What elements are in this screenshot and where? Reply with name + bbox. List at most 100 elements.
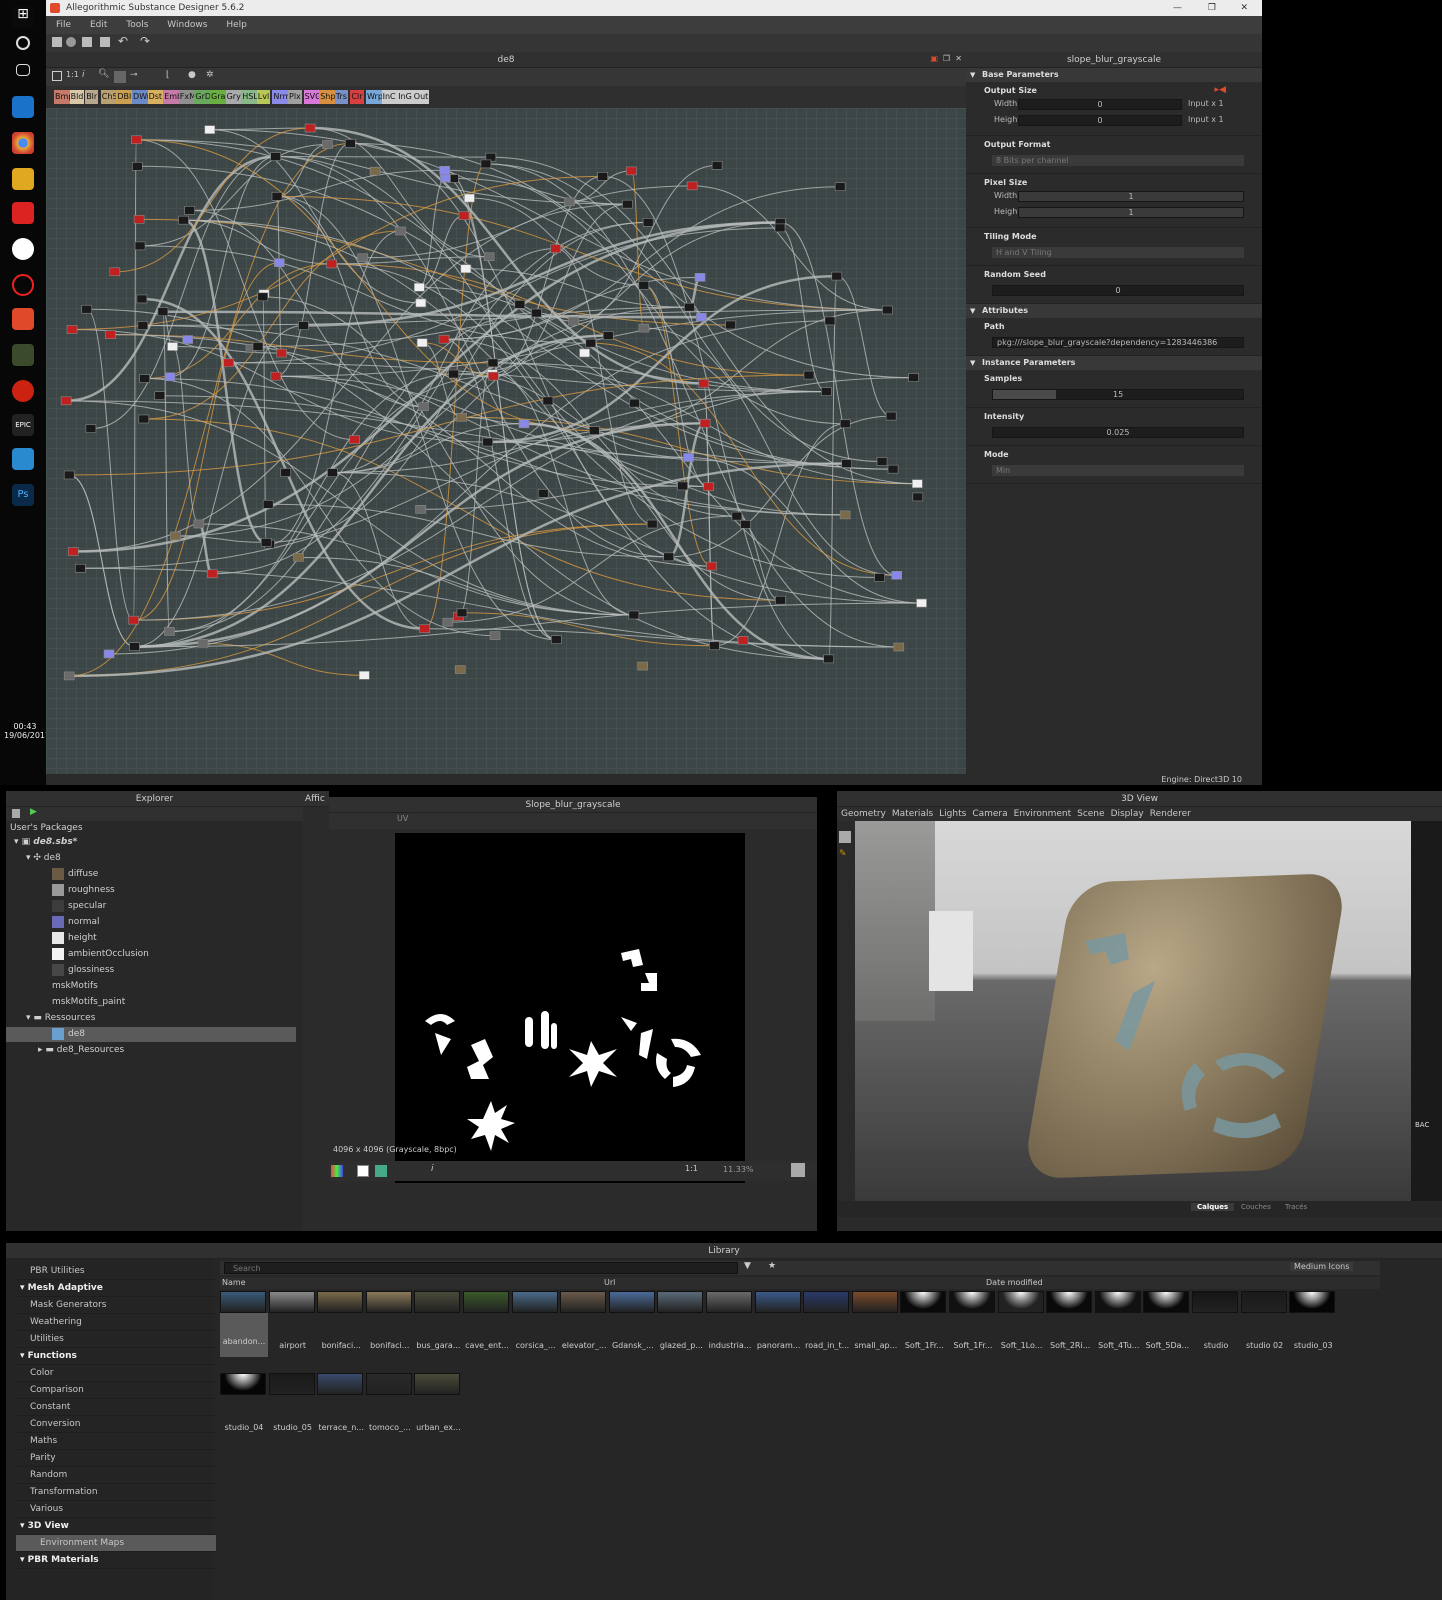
folder-icon[interactable] (12, 168, 34, 190)
library-thumbnail[interactable] (997, 1291, 1044, 1313)
graph-node[interactable] (824, 316, 836, 326)
graph-node[interactable] (706, 561, 717, 571)
side-tab[interactable]: Affic (303, 791, 329, 1231)
graph-node[interactable] (709, 641, 720, 651)
resource-item-selected[interactable]: de8 (6, 1027, 296, 1042)
samples-slider[interactable]: 15 (992, 389, 1244, 400)
graph-node[interactable] (415, 505, 426, 514)
library-category-color[interactable]: Color (16, 1365, 216, 1382)
library-category-transformation[interactable]: Transformation (16, 1484, 216, 1501)
graph-node[interactable] (138, 414, 150, 424)
graph-node[interactable] (133, 215, 145, 224)
graph-node[interactable] (260, 538, 272, 547)
graph-node[interactable] (638, 323, 650, 333)
library-item-label[interactable]: studio (1192, 1341, 1240, 1350)
library-item-label[interactable]: Soft_1Fr... (900, 1341, 948, 1350)
width-mode[interactable]: Input x 1 (1188, 99, 1224, 108)
graph-node[interactable] (442, 617, 454, 627)
graph-node[interactable] (418, 402, 429, 411)
library-item-label[interactable]: elevator_... (560, 1341, 608, 1350)
graph-node[interactable] (134, 241, 146, 251)
graph-node[interactable] (136, 294, 148, 304)
library-item-label[interactable]: studio_04 (220, 1423, 268, 1432)
library-item-label[interactable]: Soft_1Lo... (998, 1341, 1046, 1350)
graph-node[interactable] (63, 470, 75, 480)
output-item-specular[interactable]: specular (52, 899, 106, 914)
library-thumbnail[interactable] (220, 1373, 266, 1395)
graph-node[interactable] (164, 627, 175, 636)
graph-node[interactable] (223, 358, 234, 368)
graph-node[interactable] (252, 342, 264, 351)
align-icon[interactable]: ⌊ (166, 70, 170, 80)
play-icon[interactable]: ▶ (30, 807, 37, 817)
graph-node[interactable] (514, 300, 526, 309)
search-icon[interactable] (16, 36, 30, 50)
library-thumbnail[interactable] (1143, 1291, 1190, 1313)
graph-node[interactable] (588, 426, 600, 435)
resources-folder[interactable]: ▾ ▬ Ressources (26, 1011, 95, 1026)
graph-node[interactable] (916, 598, 927, 608)
library-thumbnail[interactable] (511, 1291, 558, 1313)
filter-chip-out[interactable]: Out (412, 90, 430, 104)
graph-node[interactable] (537, 488, 549, 498)
graph-node[interactable] (487, 358, 499, 368)
graph-node[interactable] (642, 218, 654, 227)
graph-node[interactable] (711, 161, 723, 170)
library-item-label[interactable]: urban_ex... (414, 1423, 462, 1432)
library-category-weathering[interactable]: Weathering (16, 1314, 216, 1331)
graph-node[interactable] (579, 348, 590, 358)
library-item-label[interactable]: studio_03 (1289, 1341, 1337, 1350)
graph-node[interactable] (677, 481, 688, 491)
graph-node[interactable] (460, 264, 472, 274)
attributes-header[interactable]: Attributes (966, 304, 1262, 318)
graph-node[interactable] (414, 282, 425, 292)
task-view-icon[interactable] (16, 64, 30, 76)
library-item-label[interactable]: studio 02 (1241, 1341, 1289, 1350)
library-thumbnail[interactable] (851, 1291, 898, 1313)
vivaldi-icon[interactable] (12, 380, 34, 402)
filter-chip-dst[interactable]: Dst (147, 90, 164, 104)
param-menu-icon[interactable]: ▸◀ (1215, 85, 1226, 95)
library-category-3d-view[interactable]: ▾ 3D View (16, 1518, 216, 1535)
graph-node[interactable] (304, 123, 316, 133)
graph-node[interactable] (262, 500, 274, 509)
library-category-utilities[interactable]: Utilities (16, 1331, 216, 1348)
frame-icon[interactable]: ● (188, 70, 196, 80)
graph-node[interactable] (271, 192, 283, 201)
graph-node[interactable] (912, 492, 924, 502)
graph-node[interactable] (774, 223, 786, 233)
menu-tools[interactable]: Tools (126, 20, 148, 30)
graph-node[interactable] (63, 671, 75, 681)
clock[interactable]: 00:43 19/06/2017 (4, 722, 50, 740)
3d-menu-lights[interactable]: Lights (939, 809, 966, 819)
graph-node[interactable] (464, 193, 475, 203)
filter-chip-blr[interactable]: Blr (85, 90, 99, 104)
alpha-icon[interactable] (357, 1165, 369, 1177)
library-thumbnail[interactable] (414, 1291, 461, 1313)
tab-couches[interactable]: Couches (1241, 1203, 1271, 1211)
graph-node[interactable] (740, 520, 751, 529)
zoom-icon[interactable]: 🔍︎ (98, 69, 109, 79)
link-style-icon[interactable]: ⊸ (130, 70, 138, 80)
random-seed-slider[interactable]: 0 (992, 285, 1244, 296)
graph-node[interactable] (775, 595, 786, 605)
lock-icon[interactable] (791, 1163, 805, 1177)
graph-node[interactable] (322, 140, 333, 149)
graph-node[interactable] (626, 166, 637, 176)
library-thumbnail[interactable] (463, 1291, 509, 1313)
output-format-dropdown[interactable]: 8 Bits per channel (992, 155, 1244, 166)
graph-node[interactable] (585, 338, 597, 348)
app-icon[interactable] (12, 344, 34, 366)
graph-node[interactable] (893, 642, 905, 652)
graph-node[interactable] (67, 547, 79, 556)
graph-node[interactable] (326, 259, 337, 269)
pixel-height-slider[interactable]: 1 (1018, 207, 1244, 218)
width-slider[interactable]: 0 (1018, 99, 1182, 110)
library-thumbnail[interactable] (268, 1373, 315, 1395)
affichage-tab[interactable]: Affic (303, 791, 329, 807)
graph-node[interactable] (415, 298, 427, 308)
camera-tool-icon[interactable] (839, 831, 851, 843)
graph-node[interactable] (683, 453, 694, 462)
library-thumbnail[interactable] (560, 1291, 607, 1313)
library-item-label[interactable]: Soft_4Tu... (1095, 1341, 1143, 1350)
